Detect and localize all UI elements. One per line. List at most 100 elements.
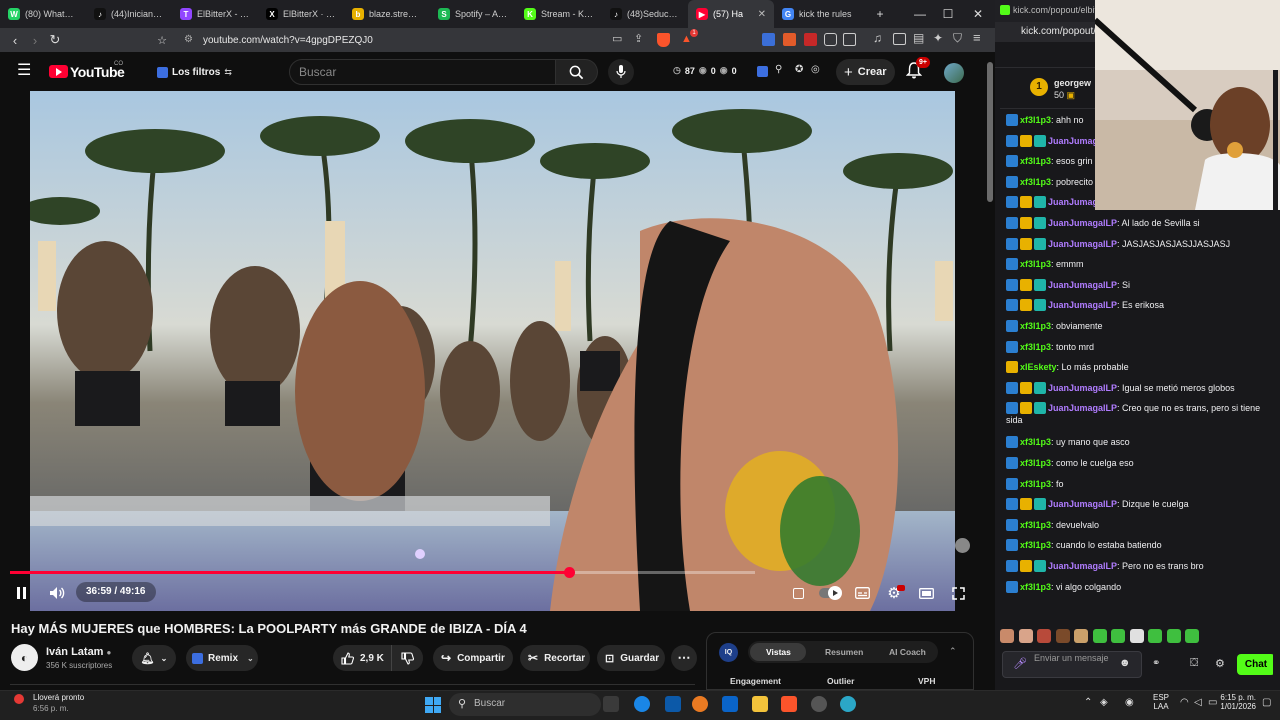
- chat-message[interactable]: JuanJumagalLP: Dizque le cuelga: [1006, 498, 1274, 511]
- video-player[interactable]: [30, 91, 955, 611]
- weather-title[interactable]: Lloverá pronto: [33, 693, 84, 702]
- account-avatar[interactable]: [944, 63, 964, 83]
- emote-icon[interactable]: [1185, 629, 1199, 643]
- tray-app-icon[interactable]: ◉: [1125, 697, 1134, 708]
- vidiq-player-button[interactable]: [790, 585, 806, 601]
- chat-username[interactable]: xf3l1p3: [1020, 115, 1051, 125]
- sidebar-toggle-icon[interactable]: [893, 33, 906, 45]
- leo-ai-icon[interactable]: ✦: [933, 31, 943, 45]
- vpn-icon[interactable]: ⛉: [953, 31, 962, 46]
- wifi-icon[interactable]: ◠: [1180, 697, 1189, 708]
- chat-message[interactable]: xf3l1p3: vi algo colgando: [1006, 580, 1274, 593]
- chat-username[interactable]: JuanJumagalLP: [1048, 239, 1117, 249]
- app-icon[interactable]: [840, 696, 856, 712]
- youtube-logo-icon[interactable]: [49, 65, 68, 78]
- brave-shield-icon[interactable]: [657, 33, 670, 47]
- chat-message[interactable]: xf3l1p3: tonto mrd: [1006, 340, 1274, 353]
- emote-icon[interactable]: [1055, 629, 1070, 643]
- collapse-icon[interactable]: ⌃: [949, 646, 957, 657]
- page-scrollbar-thumb[interactable]: [987, 62, 993, 202]
- app-icon[interactable]: [692, 696, 708, 712]
- emoji-icon[interactable]: ☻: [1119, 657, 1131, 669]
- vidiq-tab[interactable]: Vistas: [766, 647, 791, 657]
- hamburger-menu-icon[interactable]: ☰: [17, 63, 31, 79]
- emote-icon[interactable]: [1148, 629, 1162, 643]
- tray-app-icon[interactable]: ◈: [1100, 697, 1108, 708]
- task-view-icon[interactable]: [603, 696, 619, 712]
- search-input[interactable]: Buscar: [289, 59, 556, 85]
- browser-tab[interactable]: ♪ (44)Iniciando m: [86, 0, 172, 28]
- chat-username[interactable]: xf3l1p3: [1020, 156, 1051, 166]
- speaker-icon[interactable]: ◁: [1194, 697, 1202, 708]
- maximize-button[interactable]: ☐: [933, 0, 963, 28]
- more-actions-button[interactable]: ⋯: [671, 645, 697, 671]
- chat-username[interactable]: xf3l1p3: [1020, 520, 1051, 530]
- share-button[interactable]: ↪ Compartir: [433, 645, 513, 671]
- menu-icon[interactable]: ≡: [973, 30, 981, 45]
- browser-tab[interactable]: X ElBitterX · on: [258, 0, 344, 28]
- pause-button[interactable]: [12, 584, 30, 602]
- chat-scrollbar[interactable]: [1273, 70, 1278, 680]
- chat-username[interactable]: JuanJumagalLP: [1048, 300, 1117, 310]
- emote-icon[interactable]: [1000, 629, 1014, 643]
- subscribed-bell-button[interactable]: 🔔︎ ⌄: [132, 645, 176, 671]
- extension-icon[interactable]: [843, 33, 856, 46]
- subtitles-button[interactable]: [853, 585, 871, 601]
- browser-tab[interactable]: S Spotify – Anun: [430, 0, 516, 28]
- chat-message[interactable]: JuanJumagalLP: Al lado de Sevilla si: [1006, 217, 1274, 229]
- extension-icon[interactable]: [783, 33, 796, 46]
- browser-tab[interactable]: ▶ (57) Ha ✕: [688, 0, 774, 28]
- app-icon[interactable]: [665, 696, 681, 712]
- emote-icon[interactable]: [1018, 629, 1033, 643]
- media-control-icon[interactable]: ♫: [873, 31, 882, 45]
- chat-username[interactable]: xf3l1p3: [1020, 540, 1051, 550]
- chat-username[interactable]: xf3l1p3: [1020, 458, 1051, 468]
- chat-username[interactable]: JuanJumagalLP: [1048, 218, 1117, 228]
- chat-message[interactable]: xIEskety: Lo más probable: [1006, 361, 1274, 374]
- brave-icon[interactable]: [781, 696, 797, 712]
- clock[interactable]: 6:15 p. m. 1/01/2026: [1214, 693, 1256, 711]
- volume-button[interactable]: [47, 584, 67, 602]
- bolt-icon[interactable]: ◎: [811, 64, 820, 75]
- clip-button[interactable]: ✂ Recortar: [520, 645, 590, 671]
- chat-message[interactable]: xf3l1p3: fo: [1006, 477, 1274, 490]
- store-icon[interactable]: [722, 696, 738, 712]
- chat-message[interactable]: xf3l1p3: como le cuelga eso: [1006, 457, 1274, 469]
- dislike-button[interactable]: [391, 645, 423, 671]
- forward-icon[interactable]: ›: [24, 29, 46, 51]
- url-field[interactable]: ⚙ youtube.com/watch?v=4gpgDPEZQJ0: [178, 31, 708, 49]
- vidiq-tab[interactable]: AI Coach: [889, 647, 926, 657]
- extension-overlay-icon[interactable]: [955, 538, 970, 553]
- notification-center-icon[interactable]: ▢: [1262, 697, 1271, 708]
- browser-tab[interactable]: K Stream - Kick: [516, 0, 602, 28]
- chat-username[interactable]: xf3l1p3: [1020, 342, 1051, 352]
- gift-icon[interactable]: ⛋: [1190, 657, 1198, 670]
- wallet-icon[interactable]: ▤: [913, 31, 924, 45]
- chat-message[interactable]: JuanJumagalLP: Pero no es trans bro: [1006, 560, 1274, 572]
- reload-icon[interactable]: ↻: [44, 29, 66, 51]
- chat-settings-icon[interactable]: ⚙: [1215, 657, 1225, 670]
- progress-scrubber[interactable]: [564, 567, 575, 578]
- voice-search-button[interactable]: [608, 59, 634, 85]
- award-icon[interactable]: ✪: [795, 64, 803, 75]
- chat-message[interactable]: JuanJumagalLP: Si: [1006, 278, 1274, 291]
- cast-icon[interactable]: ▭: [612, 32, 626, 46]
- chat-username[interactable]: xf3l1p3: [1020, 177, 1051, 187]
- chat-message[interactable]: JuanJumagalLP: JASJASJASJASJJASJASJ: [1006, 237, 1274, 250]
- share-page-icon[interactable]: ⇪: [634, 32, 648, 46]
- edge-icon[interactable]: [634, 696, 650, 712]
- microphone-icon[interactable]: 🎤︎: [1013, 657, 1027, 670]
- leaderboard-user[interactable]: georgew: [1054, 78, 1091, 88]
- emote-icon[interactable]: [1074, 629, 1088, 643]
- filters-button[interactable]: Los filtros ⇆: [151, 61, 238, 83]
- users-icon[interactable]: ⚭: [1152, 658, 1160, 669]
- chat-username[interactable]: JuanJumagalLP: [1048, 403, 1117, 413]
- vidiq-icon[interactable]: [757, 66, 768, 77]
- chat-username[interactable]: xf3l1p3: [1020, 479, 1051, 489]
- channel-name[interactable]: Iván Latam ●: [46, 646, 111, 658]
- emote-icon[interactable]: [1166, 629, 1181, 643]
- chat-message[interactable]: xf3l1p3: obviamente: [1006, 320, 1274, 332]
- extension-puzzle-icon[interactable]: [824, 33, 837, 46]
- chat-address-text[interactable]: kick.com/popout/: [1021, 26, 1096, 37]
- show-hidden-icons[interactable]: ⌃: [1084, 697, 1092, 708]
